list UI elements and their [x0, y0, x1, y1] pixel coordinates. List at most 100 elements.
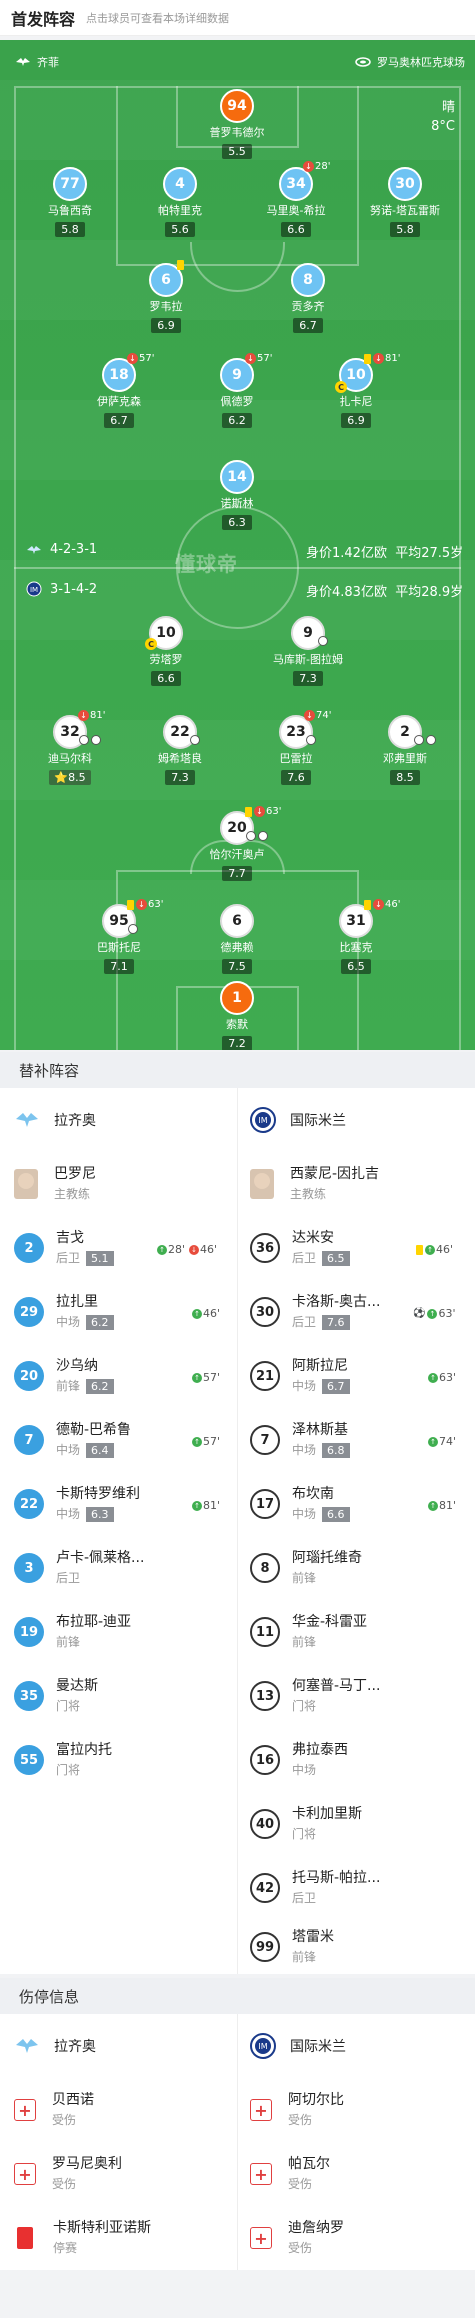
injuries-section-title: 伤停信息	[0, 1978, 475, 2014]
player-home-9[interactable]: 9 佩德罗 6.2	[182, 358, 292, 428]
player-home-34[interactable]: 34 马里奥-希拉 6.6	[241, 167, 351, 237]
sub-off-icon: ↓	[78, 710, 89, 721]
sub-home-35[interactable]: 35 曼达斯 门将	[14, 1664, 98, 1728]
sub-off-badge: ↓ 57'	[127, 353, 154, 364]
player-home-14[interactable]: 14 诺斯林 6.3	[182, 460, 292, 530]
player-name: 何塞普-马丁...	[292, 1678, 381, 1694]
player-name: 罗马尼奥利	[52, 2156, 122, 2172]
injury-home-0[interactable]: + 贝西诺 受伤	[14, 2078, 94, 2142]
team-name: 国际米兰	[290, 1113, 346, 1129]
goal-ball-icon	[318, 636, 328, 646]
player-away-9[interactable]: 9 马库斯-图拉姆 7.3	[253, 616, 363, 686]
injury-home-2[interactable]: 卡斯特利亚诺斯 停赛	[17, 2206, 151, 2270]
assist-boot-icon	[258, 831, 268, 841]
injury-home-1[interactable]: + 罗马尼奥利 受伤	[14, 2142, 122, 2206]
player-home-10[interactable]: 10 扎卡尼 6.9	[301, 358, 411, 428]
sub-off-icon: ↓	[304, 710, 315, 721]
sub-off-icon: ↓	[127, 353, 138, 364]
sub-home-55[interactable]: 55 富拉内托 门将	[14, 1728, 112, 1792]
player-away-95[interactable]: 95 巴斯托尼 7.1	[64, 904, 174, 974]
sub-away-16[interactable]: 16 弗拉泰西 中场	[250, 1728, 348, 1792]
player-away-1[interactable]: 1 索默 7.2	[182, 981, 292, 1050]
player-home-4[interactable]: 4 帕特里克 5.6	[125, 167, 235, 237]
sub-home-7[interactable]: 7 德勒-巴希鲁 中场 6.4	[14, 1408, 131, 1472]
player-rating: 6.4	[86, 1443, 114, 1458]
sub-home-3[interactable]: 3 卢卡-佩莱格... 后卫	[14, 1536, 144, 1600]
sub-on-icon: ↑	[425, 1244, 435, 1255]
sub-away-99[interactable]: 99 塔雷米 前锋	[250, 1920, 334, 1974]
coach-role: 主教练	[290, 1187, 327, 1201]
player-name: 卢卡-佩莱格...	[56, 1550, 145, 1566]
injury-away-2[interactable]: + 迪詹纳罗 受伤	[250, 2206, 344, 2270]
pitch: 齐菲 罗马奥林匹克球场 晴 8°C 懂球帝 4-2-3-1 身价1.42亿欧 平…	[0, 40, 475, 1050]
player-home-30[interactable]: 30 努诺-塔瓦雷斯 5.8	[350, 167, 460, 237]
venue-label: 罗马奥林匹克球场	[355, 54, 465, 70]
player-name: 姆希塔良	[158, 752, 202, 765]
player-position: 后卫	[292, 1891, 317, 1905]
sub-away-7[interactable]: 7 泽林斯基 中场 6.8	[250, 1408, 350, 1472]
player-away-23[interactable]: 23 巴雷拉 7.6	[241, 715, 351, 785]
player-position: 门将	[56, 1699, 81, 1713]
player-home-6[interactable]: 6 罗韦拉 6.9	[111, 263, 221, 333]
sub-time: 57'	[257, 353, 273, 364]
player-rating: 6.3	[86, 1507, 114, 1522]
player-number: 20	[14, 1361, 44, 1391]
injury-away-0[interactable]: + 阿切尔比 受伤	[250, 2078, 344, 2142]
player-number: 77	[53, 167, 87, 201]
player-name: 帕瓦尔	[288, 2156, 330, 2172]
player-home-18[interactable]: 18 伊萨克森 6.7	[64, 358, 174, 428]
sub-away-42[interactable]: 42 托马斯-帕拉... 后卫	[250, 1856, 380, 1920]
player-rating: 6.5	[341, 959, 371, 974]
player-number: 13	[250, 1681, 280, 1711]
sub-on-icon: ↑	[192, 1308, 202, 1319]
player-number: 94	[220, 89, 254, 123]
player-home-8[interactable]: 8 贡多齐 6.7	[253, 263, 363, 333]
sub-on-icon: ↑	[427, 1308, 438, 1319]
assist-boot-icon	[190, 735, 200, 745]
sub-events: ↑ 46'	[416, 1243, 453, 1256]
player-position: 前锋	[292, 1635, 317, 1649]
goal-ball-icon	[414, 735, 424, 745]
home-coach[interactable]: 巴罗尼 主教练	[14, 1152, 96, 1216]
sub-away-40[interactable]: 40 卡利加里斯 门将	[250, 1792, 362, 1856]
sub-off-icon: ↓	[254, 806, 265, 817]
sub-away-17[interactable]: 17 布坎南 中场 6.6	[250, 1472, 350, 1536]
player-away-22[interactable]: 22 姆希塔良 7.3	[125, 715, 235, 785]
yellow-card-icon	[245, 806, 252, 817]
subs-away-team: IM 国际米兰	[250, 1088, 346, 1152]
sub-away-8[interactable]: 8 阿瑙托维奇 前锋	[250, 1536, 362, 1600]
home-squad-value: 身价1.42亿欧 平均27.5岁	[306, 542, 463, 561]
sub-away-36[interactable]: 36 达米安 后卫 6.5	[250, 1216, 350, 1280]
player-away-32[interactable]: 32 迪马尔科 ⭐8.5	[15, 715, 125, 785]
player-name: 拉扎里	[56, 1294, 98, 1310]
player-away-6[interactable]: 6 德弗赖 7.5	[182, 904, 292, 974]
sub-home-2[interactable]: 2 吉戈 后卫 5.1	[14, 1216, 114, 1280]
player-away-31[interactable]: 31 比塞克 6.5	[301, 904, 411, 974]
sub-time: 81'	[385, 353, 401, 364]
player-away-20[interactable]: 20 恰尔汗奥卢 7.7	[182, 811, 292, 881]
sub-away-11[interactable]: 11 华金-科雷亚 前锋	[250, 1600, 367, 1664]
player-name: 阿切尔比	[288, 2092, 344, 2108]
sub-home-22[interactable]: 22 卡斯特罗维利 中场 6.3	[14, 1472, 140, 1536]
player-name: 塔雷米	[292, 1929, 334, 1945]
player-rating: ⭐8.5	[49, 770, 91, 785]
player-home-94[interactable]: 94 普罗韦德尔 5.5	[182, 89, 292, 159]
player-rating: 6.2	[222, 413, 252, 428]
player-away-2[interactable]: 2 邓弗里斯 8.5	[350, 715, 460, 785]
player-away-10[interactable]: 10 劳塔罗 6.6	[111, 616, 221, 686]
away-coach[interactable]: 西蒙尼-因扎吉 主教练	[250, 1152, 379, 1216]
sub-in-time: 63'	[439, 1371, 457, 1384]
sub-home-19[interactable]: 19 布拉耶-迪亚 前锋	[14, 1600, 131, 1664]
player-home-77[interactable]: 77 马鲁西奇 5.8	[15, 167, 125, 237]
sub-home-20[interactable]: 20 沙乌纳 前锋 6.2	[14, 1344, 114, 1408]
sub-away-13[interactable]: 13 何塞普-马丁... 门将	[250, 1664, 380, 1728]
player-name: 泽林斯基	[292, 1422, 348, 1438]
sub-home-29[interactable]: 29 拉扎里 中场 6.2	[14, 1280, 114, 1344]
player-number: 8	[250, 1553, 280, 1583]
player-position: 中场	[56, 1507, 81, 1521]
player-name: 弗拉泰西	[292, 1742, 348, 1758]
injury-away-1[interactable]: + 帕瓦尔 受伤	[250, 2142, 330, 2206]
sub-away-21[interactable]: 21 阿斯拉尼 中场 6.7	[250, 1344, 350, 1408]
column-divider	[237, 2014, 238, 2270]
sub-away-30[interactable]: 30 卡洛斯-奥古... 后卫 7.6	[250, 1280, 380, 1344]
